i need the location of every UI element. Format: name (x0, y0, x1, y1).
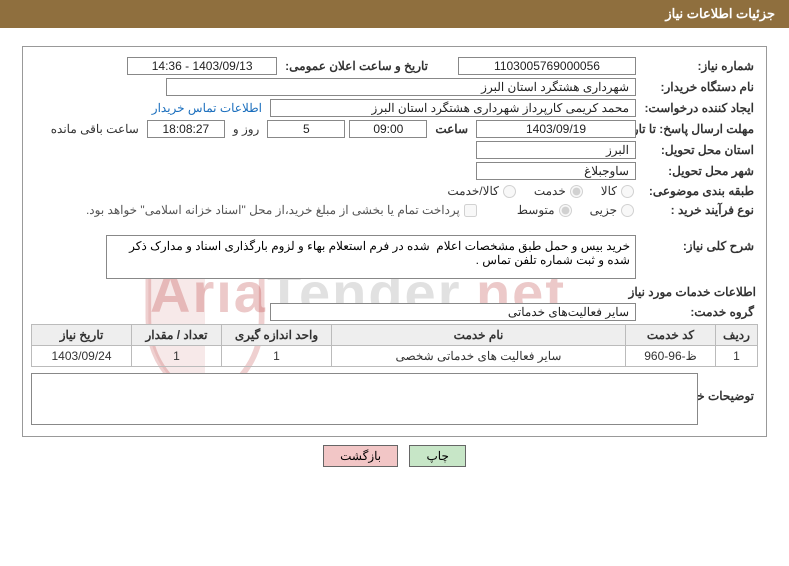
buyer-org-value: شهرداری هشتگرد استان البرز (166, 78, 636, 96)
desc-textarea[interactable] (106, 235, 636, 279)
th-unit: واحد اندازه گیری (222, 325, 332, 346)
delivery-province-label: استان محل تحویل: (640, 142, 758, 158)
buyer-comment-textarea[interactable] (31, 373, 698, 425)
table-row: 1 ظ-96-960 سایر فعالیت های خدماتی شخصی 1… (32, 346, 758, 367)
table-header-row: ردیف کد خدمت نام خدمت واحد اندازه گیری ت… (32, 325, 758, 346)
cell-name: سایر فعالیت های خدماتی شخصی (332, 346, 626, 367)
buyer-org-label: نام دستگاه خریدار: (640, 79, 758, 95)
days-and-word: روز و (229, 121, 264, 137)
announce-value: 1403/09/13 - 14:36 (127, 57, 277, 75)
print-button[interactable]: چاپ (409, 445, 465, 467)
need-no-label: شماره نیاز: (640, 58, 758, 74)
time-label: ساعت (431, 121, 472, 137)
days-remaining: 5 (267, 120, 345, 138)
purchase-type-radio-group: جزیی متوسط (503, 203, 636, 217)
th-code: کد خدمت (626, 325, 716, 346)
service-group-value: سایر فعالیت‌های خدماتی (270, 303, 636, 321)
delivery-city-label: شهر محل تحویل: (640, 163, 758, 179)
time-remaining: 18:08:27 (147, 120, 225, 138)
category-label: طبقه بندی موضوعی: (640, 183, 758, 199)
cell-date: 1403/09/24 (32, 346, 132, 367)
category-radio-group: کالا خدمت کالا/خدمت (433, 184, 636, 198)
treasury-checkbox[interactable]: پرداخت تمام یا بخشی از مبلغ خرید،از محل … (86, 203, 479, 217)
buyer-contact-link[interactable]: اطلاعات تماس خریدار (152, 101, 262, 115)
page-title-bar: جزئیات اطلاعات نیاز (0, 0, 789, 28)
need-no-value: 1103005769000056 (458, 57, 636, 75)
services-info-title: اطلاعات خدمات مورد نیاز (33, 285, 756, 299)
radio-medium[interactable]: متوسط (517, 203, 574, 217)
services-table: ردیف کد خدمت نام خدمت واحد اندازه گیری ت… (31, 324, 758, 367)
buyer-comment-label: توضیحات خریدار: (702, 373, 758, 404)
announce-label: تاریخ و ساعت اعلان عمومی: (281, 58, 432, 74)
page-title: جزئیات اطلاعات نیاز (665, 6, 775, 21)
th-date: تاریخ نیاز (32, 325, 132, 346)
requester-value: محمد کریمی کارپرداز شهرداری هشتگرد استان… (270, 99, 636, 117)
button-row: چاپ بازگشت (22, 445, 767, 467)
deadline-date: 1403/09/19 (476, 120, 636, 138)
th-qty: تعداد / مقدار (132, 325, 222, 346)
delivery-city-value: ساوجبلاغ (476, 162, 636, 180)
deadline-time: 09:00 (349, 120, 427, 138)
th-name: نام خدمت (332, 325, 626, 346)
back-button[interactable]: بازگشت (323, 445, 398, 467)
cell-code: ظ-96-960 (626, 346, 716, 367)
purchase-type-label: نوع فرآیند خرید : (640, 202, 758, 218)
radio-service[interactable]: خدمت (534, 184, 585, 198)
service-group-label: گروه خدمت: (640, 304, 758, 320)
radio-goods[interactable]: کالا (601, 184, 636, 198)
cell-row: 1 (716, 346, 758, 367)
requester-label: ایجاد کننده درخواست: (640, 100, 758, 116)
th-row: ردیف (716, 325, 758, 346)
cell-qty: 1 (132, 346, 222, 367)
radio-goods-service[interactable]: کالا/خدمت (447, 184, 517, 198)
delivery-province-value: البرز (476, 141, 636, 159)
remaining-suffix: ساعت باقی مانده (47, 121, 143, 137)
need-details-box: شماره نیاز: 1103005769000056 تاریخ و ساع… (22, 46, 767, 437)
cell-unit: 1 (222, 346, 332, 367)
radio-partial[interactable]: جزیی (590, 203, 636, 217)
desc-label: شرح کلی نیاز: (640, 235, 758, 254)
deadline-label: مهلت ارسال پاسخ: تا تاریخ: (640, 121, 758, 137)
